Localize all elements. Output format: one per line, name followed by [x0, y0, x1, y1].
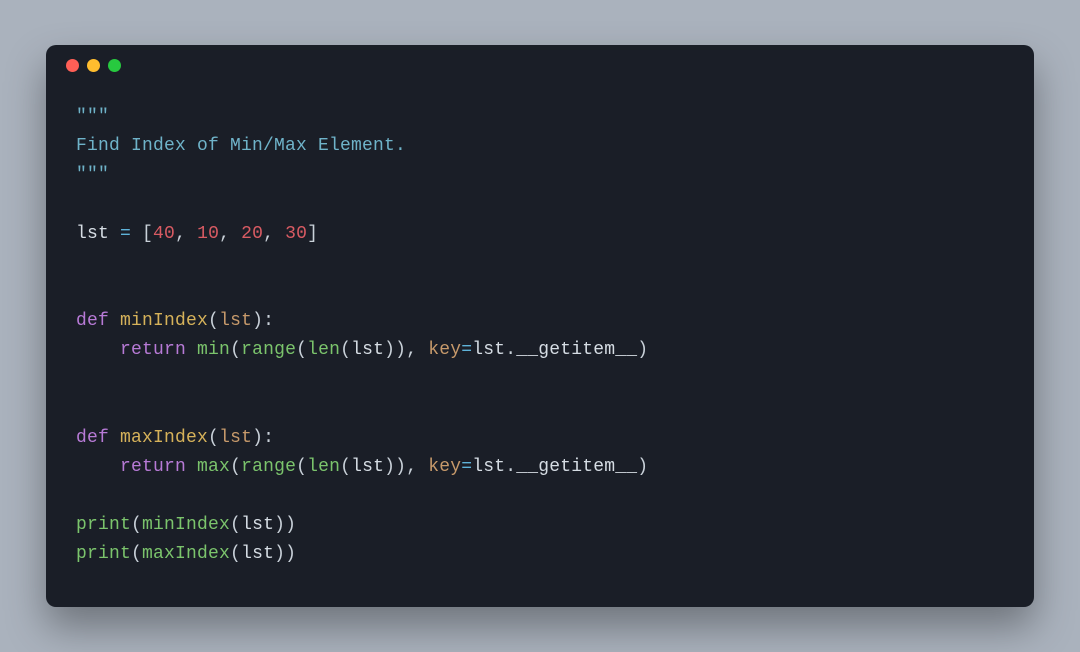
- keyword-return: return: [120, 340, 186, 360]
- keyword-def: def: [76, 428, 109, 448]
- paren-open: (: [230, 457, 241, 477]
- comma: ,: [406, 457, 428, 477]
- comma: ,: [219, 224, 241, 244]
- variable-lst: lst: [76, 224, 109, 244]
- close-icon[interactable]: [66, 59, 79, 72]
- code-window: """ Find Index of Min/Max Element. """ l…: [46, 45, 1034, 607]
- paren-open: (: [131, 515, 142, 535]
- literal-10: 10: [197, 224, 219, 244]
- paren-open: (: [230, 544, 241, 564]
- function-name-minindex: minIndex: [120, 311, 208, 331]
- paren-close: ): [274, 544, 285, 564]
- literal-20: 20: [241, 224, 263, 244]
- dot: .: [505, 340, 516, 360]
- param-lst: lst: [219, 311, 252, 331]
- indent: [76, 340, 120, 360]
- assign-op: =: [461, 457, 472, 477]
- call-minindex: minIndex: [142, 515, 230, 535]
- arg-lst: lst: [472, 340, 505, 360]
- keyword-return: return: [120, 457, 186, 477]
- minimize-icon[interactable]: [87, 59, 100, 72]
- paren-close: ): [384, 457, 395, 477]
- assign-op: =: [461, 340, 472, 360]
- paren-close: ): [637, 340, 648, 360]
- kwarg-key: key: [428, 340, 461, 360]
- code-editor[interactable]: """ Find Index of Min/Max Element. """ l…: [46, 85, 1034, 607]
- paren-close: ): [285, 515, 296, 535]
- paren-open: (: [340, 340, 351, 360]
- paren-close: ): [384, 340, 395, 360]
- paren-close: ): [285, 544, 296, 564]
- kwarg-key: key: [428, 457, 461, 477]
- keyword-def: def: [76, 311, 109, 331]
- paren-close: ): [637, 457, 648, 477]
- paren-close: ): [252, 428, 263, 448]
- docstring-open: """: [76, 107, 109, 127]
- paren-open: (: [208, 311, 219, 331]
- bracket-close: ]: [307, 224, 318, 244]
- builtin-max: max: [197, 457, 230, 477]
- paren-open: (: [230, 340, 241, 360]
- indent: [76, 457, 120, 477]
- paren-close: ): [274, 515, 285, 535]
- builtin-print: print: [76, 544, 131, 564]
- builtin-range: range: [241, 457, 296, 477]
- builtin-len: len: [307, 340, 340, 360]
- attr-getitem: __getitem__: [516, 340, 637, 360]
- function-name-maxindex: maxIndex: [120, 428, 208, 448]
- arg-lst: lst: [351, 340, 384, 360]
- builtin-print: print: [76, 515, 131, 535]
- docstring-close: """: [76, 165, 109, 185]
- dot: .: [505, 457, 516, 477]
- paren-open: (: [296, 457, 307, 477]
- paren-open: (: [131, 544, 142, 564]
- call-maxindex: maxIndex: [142, 544, 230, 564]
- paren-close: ): [395, 457, 406, 477]
- attr-getitem: __getitem__: [516, 457, 637, 477]
- comma: ,: [406, 340, 428, 360]
- bracket-open: [: [142, 224, 153, 244]
- docstring-text: Find Index of Min/Max Element.: [76, 136, 406, 156]
- comma: ,: [175, 224, 197, 244]
- param-lst: lst: [219, 428, 252, 448]
- builtin-min: min: [197, 340, 230, 360]
- assign-op: =: [109, 224, 142, 244]
- paren-open: (: [296, 340, 307, 360]
- paren-close: ): [395, 340, 406, 360]
- paren-open: (: [340, 457, 351, 477]
- colon: :: [263, 311, 274, 331]
- builtin-range: range: [241, 340, 296, 360]
- builtin-len: len: [307, 457, 340, 477]
- colon: :: [263, 428, 274, 448]
- arg-lst: lst: [351, 457, 384, 477]
- paren-open: (: [230, 515, 241, 535]
- paren-close: ): [252, 311, 263, 331]
- paren-open: (: [208, 428, 219, 448]
- arg-lst: lst: [472, 457, 505, 477]
- literal-30: 30: [285, 224, 307, 244]
- literal-40: 40: [153, 224, 175, 244]
- comma: ,: [263, 224, 285, 244]
- arg-lst: lst: [241, 515, 274, 535]
- window-titlebar: [46, 45, 1034, 85]
- maximize-icon[interactable]: [108, 59, 121, 72]
- arg-lst: lst: [241, 544, 274, 564]
